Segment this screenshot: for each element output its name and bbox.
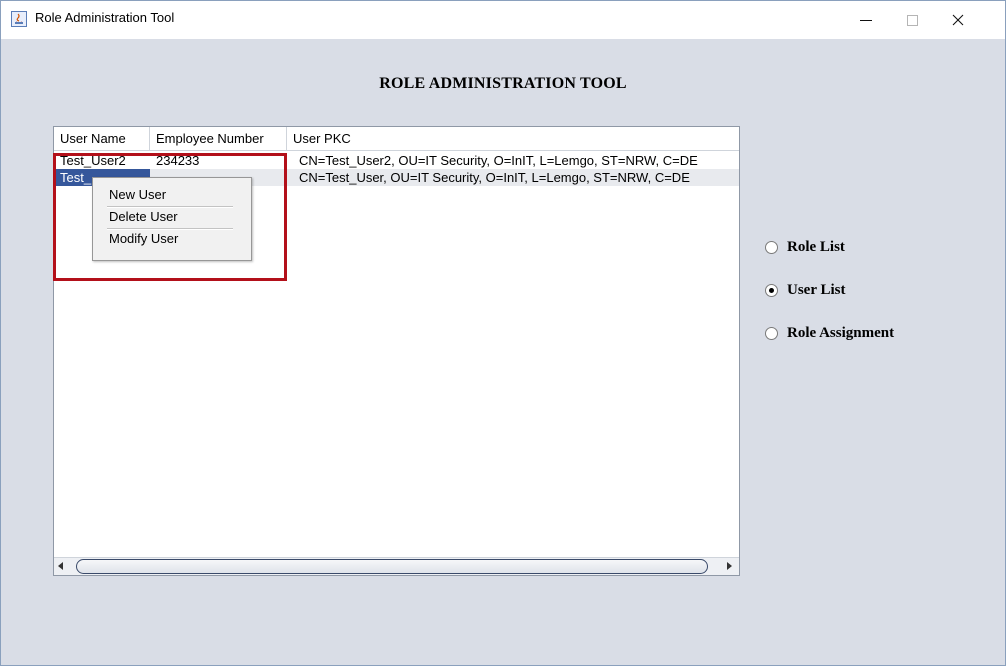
radio-button-checked-icon[interactable] xyxy=(765,283,778,297)
scroll-left-icon[interactable] xyxy=(58,562,63,570)
main-panel: ROLE ADMINISTRATION TOOL User Name Emplo… xyxy=(1,39,1005,665)
page-title: ROLE ADMINISTRATION TOOL xyxy=(379,75,627,92)
annotation-highlight-box xyxy=(53,153,287,281)
horizontal-scrollbar[interactable] xyxy=(54,557,739,575)
minimize-icon xyxy=(860,19,872,21)
app-window: Role Administration Tool ROLE ADMINISTRA… xyxy=(0,0,1006,666)
maximize-icon xyxy=(906,14,918,26)
minimize-button[interactable] xyxy=(843,1,889,39)
radio-label: Role List xyxy=(787,238,845,255)
radio-label: User List xyxy=(787,281,846,298)
column-header-employee-number[interactable]: Employee Number xyxy=(150,127,287,150)
radio-label: Role Assignment xyxy=(787,324,895,341)
scrollbar-thumb[interactable] xyxy=(76,559,708,574)
radio-role-list[interactable]: Role List xyxy=(765,237,845,257)
cell-user-pkc[interactable]: CN=Test_User2, OU=IT Security, O=InIT, L… xyxy=(287,152,739,169)
scroll-right-icon[interactable] xyxy=(727,562,732,570)
java-app-icon xyxy=(11,11,27,27)
close-icon xyxy=(952,14,964,26)
cell-user-pkc[interactable]: CN=Test_User, OU=IT Security, O=InIT, L=… xyxy=(287,169,739,186)
radio-button-icon[interactable] xyxy=(765,240,778,254)
radio-button-icon[interactable] xyxy=(765,326,778,340)
close-button[interactable] xyxy=(935,1,981,39)
title-bar: Role Administration Tool xyxy=(1,1,1005,39)
radio-user-list[interactable]: User List xyxy=(765,280,845,300)
maximize-button[interactable] xyxy=(889,1,935,39)
table-header: User Name Employee Number User PKC xyxy=(54,127,739,151)
column-header-user-pkc[interactable]: User PKC xyxy=(287,127,739,150)
column-header-user-name[interactable]: User Name xyxy=(54,127,150,150)
radio-role-assignment[interactable]: Role Assignment xyxy=(765,323,894,343)
window-title: Role Administration Tool xyxy=(35,10,175,25)
